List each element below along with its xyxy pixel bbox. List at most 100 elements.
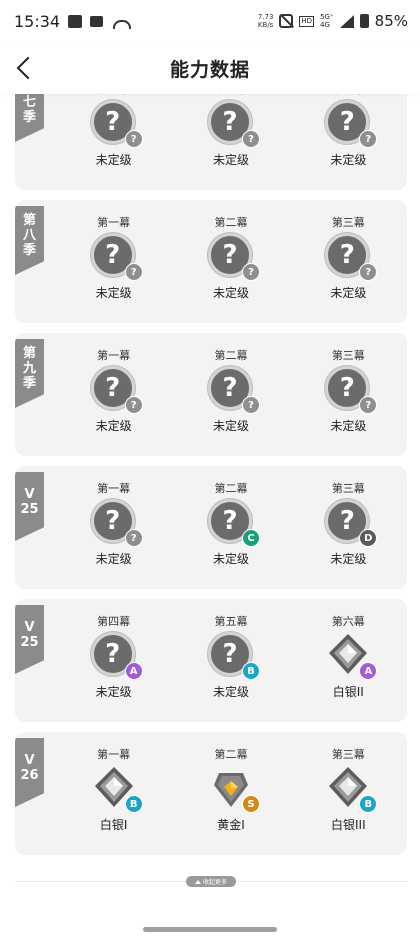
act-label: 第三幕 xyxy=(331,216,365,229)
act-label: 第四幕 xyxy=(97,615,131,628)
act-item[interactable]: 第一幕?? 未定级 xyxy=(55,94,172,190)
act-item[interactable]: 第三幕?? 未定级 xyxy=(290,94,407,190)
tier-badge: C xyxy=(241,529,260,547)
season-tag: V 25 xyxy=(15,472,44,541)
act-item[interactable]: 第五幕 ? B 未定级 xyxy=(172,599,289,722)
season-tag-text: V xyxy=(24,752,35,768)
act-item[interactable]: 第一幕 B 白银I xyxy=(55,732,172,855)
act-item[interactable]: 第一幕?? 未定级 xyxy=(55,466,172,589)
act-item[interactable]: 第二幕 S 黄金I xyxy=(172,732,289,855)
rank-emblem: ?? xyxy=(325,100,378,148)
act-label: 第三幕 xyxy=(332,94,365,97)
collapse-button[interactable]: 收起更多 xyxy=(186,876,236,887)
tier-badge: B xyxy=(124,795,143,813)
rank-emblem: ?? xyxy=(90,499,143,547)
hd-badge: HD xyxy=(299,15,315,27)
rank-name: 未定级 xyxy=(212,153,249,167)
stats-scroll-area[interactable]: 第七季第一幕??未定级第二幕??未定级第三幕??未定级第八季第一幕??未定级第二… xyxy=(0,94,420,939)
season-card: V 25 第一幕?? 未定级 第二幕 ? C 未定级 第三幕? D 未定级 xyxy=(15,466,407,589)
tier-badge: ? xyxy=(124,529,143,547)
act-item[interactable]: 第四幕 ? A 未定级 xyxy=(55,599,172,722)
tier-badge: ? xyxy=(359,263,378,281)
collapse-label: 收起更多 xyxy=(202,879,227,886)
tier-badge: B xyxy=(359,795,378,813)
battery-icon xyxy=(359,14,369,28)
act-label: 第六幕 xyxy=(331,615,365,628)
rank-emblem: ?? xyxy=(207,100,260,148)
rank-emblem: A xyxy=(325,632,378,680)
season-tag: V 26 xyxy=(15,738,44,807)
tier-badge: S xyxy=(241,795,260,813)
season-tag-text: 26 xyxy=(20,767,39,783)
season-tag-text: 九 xyxy=(22,361,36,376)
rank-name: 黄金I xyxy=(217,818,245,832)
act-item[interactable]: 第三幕 B 白银III xyxy=(290,732,407,855)
act-item[interactable]: 第三幕?? 未定级 xyxy=(290,200,407,323)
act-item[interactable]: 第二幕?? 未定级 xyxy=(172,333,289,456)
rank-emblem: ? B xyxy=(207,632,260,680)
rank-name: 未定级 xyxy=(95,552,132,566)
act-label: 第三幕 xyxy=(331,482,365,495)
tier-badge: ? xyxy=(124,263,143,281)
season-tag-text: 七 xyxy=(22,95,36,110)
tier-badge: ? xyxy=(124,396,143,414)
act-label: 第二幕 xyxy=(214,748,248,761)
rank-name: 未定级 xyxy=(95,286,132,300)
tier-badge: ? xyxy=(124,130,143,148)
season-tag-text: 第 xyxy=(22,213,36,228)
season-tag-text: 25 xyxy=(20,501,39,517)
rank-emblem: ?? xyxy=(90,366,143,414)
status-bar: 15:34 7.73 KB/s HD 5G⁺ 4G 85% xyxy=(0,0,420,42)
act-row: 第一幕?? 未定级 第二幕?? 未定级 第三幕?? 未定级 xyxy=(55,200,407,323)
rank-emblem: B xyxy=(91,765,143,813)
act-label: 第二幕 xyxy=(214,482,248,495)
act-label: 第三幕 xyxy=(331,349,365,362)
season-tag: 第七季 xyxy=(15,94,44,142)
act-label: 第一幕 xyxy=(97,482,131,495)
chevron-up-icon xyxy=(194,879,201,884)
back-icon[interactable] xyxy=(14,54,42,82)
missed-call-icon xyxy=(111,14,132,29)
rank-name: 未定级 xyxy=(212,685,249,699)
act-row: 第一幕?? 未定级 第二幕?? 未定级 第三幕?? 未定级 xyxy=(55,94,407,190)
rank-name: 未定级 xyxy=(212,552,249,566)
signal-icon xyxy=(339,14,354,28)
season-tag-text: 第 xyxy=(22,346,36,361)
rank-name: 未定级 xyxy=(212,419,249,433)
season-tag: 第八季 xyxy=(15,206,44,275)
act-row: 第一幕?? 未定级 第二幕 ? C 未定级 第三幕? D 未定级 xyxy=(55,466,407,589)
rank-emblem: ?? xyxy=(90,233,143,281)
act-item[interactable]: 第二幕 ? C 未定级 xyxy=(172,466,289,589)
season-tag-text: 八 xyxy=(22,228,36,243)
rank-name: 未定级 xyxy=(330,286,367,300)
rank-emblem: B xyxy=(325,765,378,813)
act-item[interactable]: 第三幕?? 未定级 xyxy=(290,333,407,456)
status-time: 15:34 xyxy=(14,11,61,31)
rank-name: 未定级 xyxy=(330,153,367,167)
rank-name: 未定级 xyxy=(212,286,249,300)
act-item[interactable]: 第一幕?? 未定级 xyxy=(55,333,172,456)
home-indicator[interactable] xyxy=(143,927,277,932)
act-item[interactable]: 第六幕 A 白银II xyxy=(290,599,407,722)
act-item[interactable]: 第三幕 ? D 未定级 xyxy=(290,466,407,589)
act-label: 第一幕 xyxy=(97,216,131,229)
battery-level: 85% xyxy=(374,12,408,30)
season-card: 第八季 第一幕?? 未定级 第二幕?? 未定级 第三幕?? 未定级 xyxy=(15,200,407,323)
tier-badge: D xyxy=(359,529,378,547)
season-list: 第七季第一幕??未定级第二幕??未定级第三幕??未定级第八季第一幕??未定级第二… xyxy=(15,94,407,865)
act-item[interactable]: 第二幕?? 未定级 xyxy=(172,200,289,323)
act-label: 第二幕 xyxy=(214,349,248,362)
season-tag-text: V xyxy=(24,619,35,635)
act-item[interactable]: 第一幕?? 未定级 xyxy=(55,200,172,323)
tier-badge: A xyxy=(359,662,378,680)
act-item[interactable]: 第二幕?? 未定级 xyxy=(172,94,289,190)
rank-emblem: ? C xyxy=(207,499,260,547)
rank-emblem: ?? xyxy=(325,233,378,281)
rank-name: 未定级 xyxy=(330,552,367,566)
act-label: 第一幕 xyxy=(97,748,131,761)
act-row: 第一幕 B 白银I 第二幕 S 黄金I 第三幕 B 白银III xyxy=(55,732,407,855)
page-title: 能力数据 xyxy=(169,58,250,81)
season-card: 第九季 第一幕?? 未定级 第二幕?? 未定级 第三幕?? 未定级 xyxy=(15,333,407,456)
rank-emblem: S xyxy=(208,765,260,813)
season-tag: 第九季 xyxy=(15,339,44,408)
